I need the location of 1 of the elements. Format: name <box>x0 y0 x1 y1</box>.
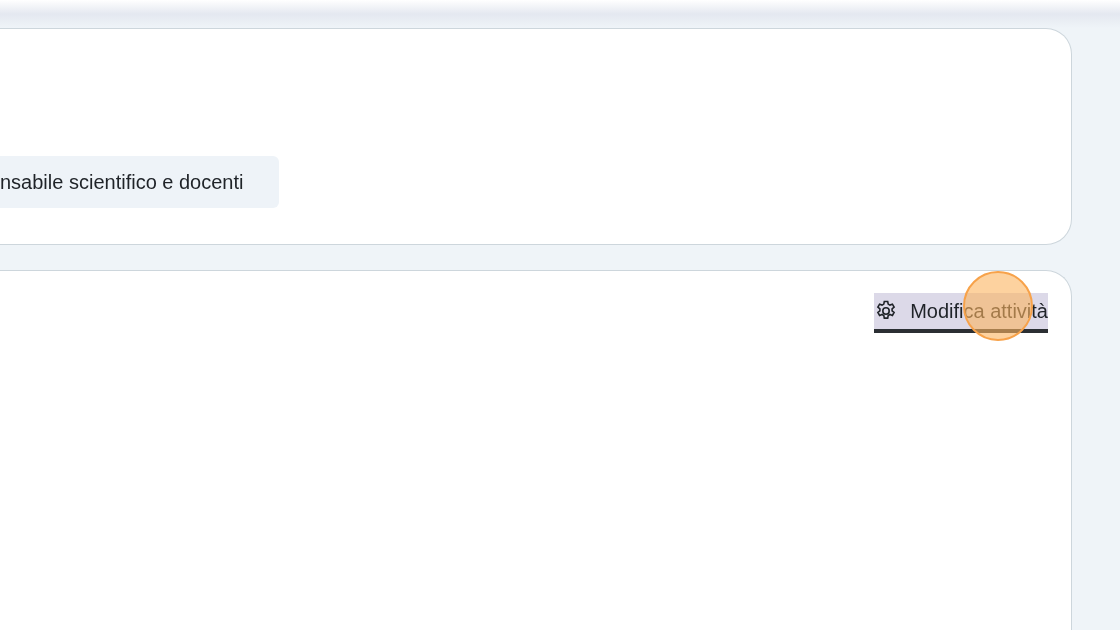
tag: nsabile scientifico e docenti <box>0 156 280 208</box>
